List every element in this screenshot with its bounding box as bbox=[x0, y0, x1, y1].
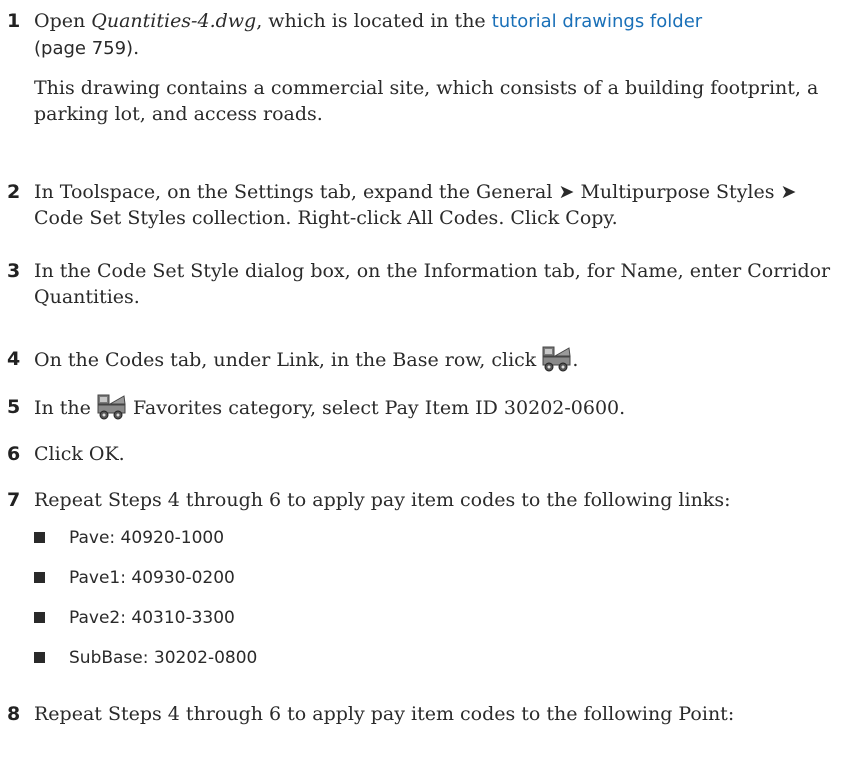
step-text: In the Favorites category, select Pay It… bbox=[34, 394, 839, 427]
step-text-part: . bbox=[133, 37, 140, 59]
step-text: Repeat Steps 4 through 6 to apply pay it… bbox=[34, 703, 735, 725]
step-text-part: In the bbox=[34, 397, 91, 419]
step-number: 8 bbox=[7, 703, 21, 725]
step-text: In Toolspace, on the Settings tab, expan… bbox=[34, 181, 797, 229]
step-number: 6 bbox=[7, 443, 21, 465]
step-text: Open Quantities-4.dwg, which is located … bbox=[34, 8, 839, 62]
step-number: 2 bbox=[7, 181, 21, 203]
drawing-filename: Quantities-4.dwg bbox=[91, 10, 257, 32]
step-text-part: Open bbox=[34, 10, 92, 32]
step-text-part: Favorites category, select Pay Item ID 3… bbox=[133, 397, 626, 419]
bullet-marker bbox=[34, 572, 45, 583]
tutorial-drawings-folder-link[interactable]: tutorial drawings folder bbox=[492, 11, 702, 32]
step-text: In the Code Set Style dialog box, on the… bbox=[34, 260, 831, 308]
step-number: 4 bbox=[7, 348, 21, 370]
step-number: 5 bbox=[7, 396, 21, 418]
pay-item-list-icon[interactable] bbox=[542, 346, 572, 379]
bullet-marker bbox=[34, 612, 45, 623]
list-item-text: Pave: 40920-1000 bbox=[69, 528, 225, 548]
pay-item-list-icon bbox=[97, 394, 127, 427]
bullet-marker bbox=[34, 652, 45, 663]
step-number: 7 bbox=[7, 489, 21, 511]
page-reference: (page 759) bbox=[34, 38, 134, 59]
step-text: On the Codes tab, under Link, in the Bas… bbox=[34, 346, 839, 379]
step-text: Repeat Steps 4 through 6 to apply pay it… bbox=[34, 489, 731, 511]
list-item-text: SubBase: 30202-0800 bbox=[69, 648, 258, 668]
step-text-part: , which is located in the bbox=[256, 10, 492, 32]
step-text-part: On the Codes tab, under Link, in the Bas… bbox=[34, 349, 537, 371]
bullet-marker bbox=[34, 532, 45, 543]
step-text-part: . bbox=[572, 349, 579, 371]
step-note: This drawing contains a commercial site,… bbox=[34, 77, 819, 125]
step-number: 3 bbox=[7, 260, 21, 282]
list-item-text: Pave2: 40310-3300 bbox=[69, 608, 235, 628]
step-number: 1 bbox=[7, 10, 21, 32]
step-text: Click OK. bbox=[34, 443, 125, 465]
list-item-text: Pave1: 40930-0200 bbox=[69, 568, 235, 588]
